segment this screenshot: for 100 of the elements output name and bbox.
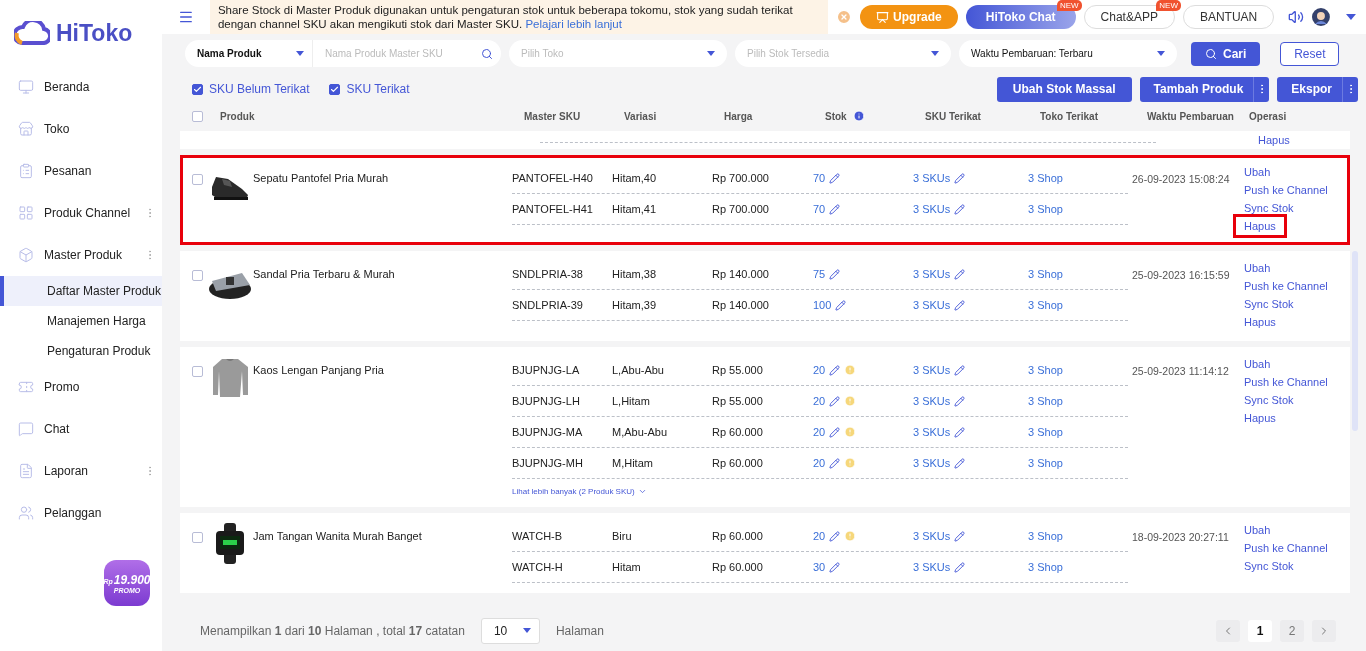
caret-icon[interactable]: [1346, 14, 1356, 20]
stock-value[interactable]: 30: [813, 561, 826, 573]
stock-value[interactable]: 20: [813, 457, 826, 469]
nav-item[interactable]: Beranda: [0, 66, 162, 108]
operation-link[interactable]: Sync Stok: [1244, 199, 1294, 217]
pencil-icon[interactable]: [954, 561, 966, 573]
linked-sku-link[interactable]: 3 SKUs: [913, 530, 951, 542]
nav-item[interactable]: Pesanan: [0, 150, 162, 192]
header-button[interactable]: BANTUAN: [1182, 5, 1275, 29]
row-checkbox[interactable]: [192, 366, 203, 377]
operation-link[interactable]: Push ke Channel: [1244, 373, 1328, 391]
operation-link[interactable]: Push ke Channel: [1244, 277, 1328, 295]
nav-item[interactable]: Promo: [0, 366, 162, 408]
linked-sku-link[interactable]: 3 SKUs: [913, 561, 951, 573]
page-button[interactable]: 1: [1248, 619, 1272, 642]
stock-value[interactable]: 100: [813, 299, 832, 311]
filter-checkbox[interactable]: SKU Terikat: [329, 82, 410, 96]
linked-shop-link[interactable]: 3 Shop: [1028, 299, 1128, 311]
show-more-link[interactable]: Lihat lebih banyak (2 Produk SKU): [512, 487, 647, 496]
linked-shop-link[interactable]: 3 Shop: [1028, 203, 1128, 215]
linked-sku-link[interactable]: 3 SKUs: [913, 268, 951, 280]
pencil-icon[interactable]: [829, 426, 841, 438]
page-button[interactable]: 2: [1280, 619, 1304, 642]
pencil-icon[interactable]: [829, 172, 841, 184]
pencil-icon[interactable]: [835, 299, 847, 311]
row-checkbox[interactable]: [192, 270, 203, 281]
action-button[interactable]: Tambah Produk: [1139, 76, 1270, 102]
pencil-icon[interactable]: [954, 364, 966, 376]
pencil-icon[interactable]: [954, 299, 966, 311]
linked-sku-link[interactable]: 3 SKUs: [913, 299, 951, 311]
nav-subitem[interactable]: Pengaturan Produk: [0, 336, 162, 366]
nav-subitem[interactable]: Manajemen Harga: [0, 306, 162, 336]
page-size-select[interactable]: 10: [480, 617, 540, 644]
linked-sku-link[interactable]: 3 SKUs: [913, 203, 951, 215]
avatar-icon[interactable]: [1312, 8, 1331, 26]
linked-shop-link[interactable]: 3 Shop: [1028, 530, 1128, 542]
linked-shop-link[interactable]: 3 Shop: [1028, 561, 1128, 573]
linked-shop-link[interactable]: 3 Shop: [1028, 426, 1128, 438]
operation-link[interactable]: Push ke Channel: [1244, 539, 1328, 557]
pencil-icon[interactable]: [829, 203, 841, 215]
operation-link[interactable]: Ubah: [1244, 355, 1271, 373]
filter-checkbox[interactable]: SKU Belum Terikat: [192, 82, 310, 96]
pencil-icon[interactable]: [954, 426, 966, 438]
menu-icon[interactable]: [178, 9, 194, 25]
learn-more-link[interactable]: Pelajari lebih lanjut: [525, 18, 622, 30]
stock-value[interactable]: 70: [813, 172, 826, 184]
pencil-icon[interactable]: [829, 268, 841, 280]
pencil-icon[interactable]: [829, 457, 841, 469]
linked-shop-link[interactable]: 3 Shop: [1028, 364, 1128, 376]
nav-item[interactable]: Chat: [0, 408, 162, 450]
row-checkbox[interactable]: [192, 532, 203, 543]
linked-shop-link[interactable]: 3 Shop: [1028, 172, 1128, 184]
search-input[interactable]: Nama Produk Master SKU: [325, 48, 475, 59]
speaker-icon[interactable]: [1288, 9, 1305, 25]
linked-sku-link[interactable]: 3 SKUs: [913, 457, 951, 469]
pencil-icon[interactable]: [954, 172, 966, 184]
operation-link[interactable]: Hapus: [1258, 131, 1290, 149]
stock-value[interactable]: 20: [813, 395, 826, 407]
linked-sku-link[interactable]: 3 SKUs: [913, 395, 951, 407]
stock-value[interactable]: 70: [813, 203, 826, 215]
linked-shop-link[interactable]: 3 Shop: [1028, 268, 1128, 280]
operation-link[interactable]: Push ke Channel: [1244, 181, 1328, 199]
nav-item[interactable]: Master Produk: [0, 234, 162, 276]
reset-button[interactable]: Reset: [1280, 41, 1340, 66]
pencil-icon[interactable]: [954, 395, 966, 407]
pencil-icon[interactable]: [829, 364, 841, 376]
operation-link[interactable]: Sync Stok: [1244, 557, 1294, 575]
operation-link[interactable]: Ubah: [1244, 521, 1271, 539]
search-button[interactable]: Cari: [1191, 41, 1261, 66]
nav-item[interactable]: Laporan: [0, 450, 162, 492]
operation-link[interactable]: Sync Stok: [1244, 295, 1294, 313]
operation-link[interactable]: Hapus: [1236, 217, 1284, 235]
action-button[interactable]: Ekspor: [1277, 76, 1358, 102]
nav-item[interactable]: Produk Channel: [0, 192, 162, 234]
stock-value[interactable]: 20: [813, 426, 826, 438]
operation-link[interactable]: Ubah: [1244, 259, 1271, 277]
linked-sku-link[interactable]: 3 SKUs: [913, 172, 951, 184]
linked-sku-link[interactable]: 3 SKUs: [913, 426, 951, 438]
search-icon[interactable]: [481, 47, 493, 60]
previous-page-button[interactable]: [1216, 619, 1240, 642]
pencil-icon[interactable]: [829, 395, 841, 407]
pencil-icon[interactable]: [954, 268, 966, 280]
stock-value[interactable]: 20: [813, 530, 826, 542]
nav-subitem[interactable]: Daftar Master Produk: [0, 276, 162, 306]
linked-sku-link[interactable]: 3 SKUs: [913, 364, 951, 376]
pencil-icon[interactable]: [954, 457, 966, 469]
linked-shop-link[interactable]: 3 Shop: [1028, 395, 1128, 407]
stock-value[interactable]: 20: [813, 364, 826, 376]
pencil-icon[interactable]: [954, 203, 966, 215]
linked-shop-link[interactable]: 3 Shop: [1028, 457, 1128, 469]
nav-item[interactable]: Pelanggan: [0, 492, 162, 534]
search-field[interactable]: Nama Produk Nama Produk Master SKU: [185, 40, 501, 67]
operation-link[interactable]: Sync Stok: [1244, 391, 1294, 409]
operation-link[interactable]: Ubah: [1244, 163, 1271, 181]
sort-select[interactable]: Waktu Pembaruan: Terbaru: [959, 40, 1177, 67]
row-checkbox[interactable]: [192, 174, 203, 185]
pencil-icon[interactable]: [954, 530, 966, 542]
info-icon[interactable]: [852, 110, 865, 122]
action-button[interactable]: Ubah Stok Massal: [996, 76, 1132, 102]
select-all-checkbox[interactable]: [192, 110, 203, 122]
